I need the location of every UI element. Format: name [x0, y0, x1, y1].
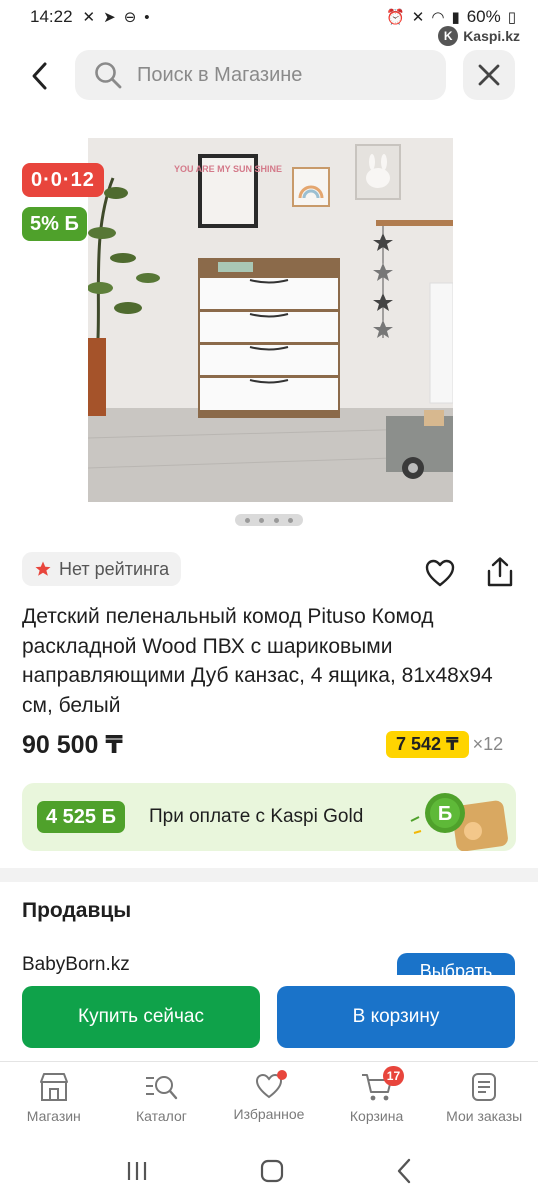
- kaspi-gold-illustration: Б: [410, 793, 508, 851]
- nav-catalog[interactable]: Каталог: [108, 1062, 216, 1141]
- sellers-heading: Продавцы: [22, 899, 132, 922]
- more-notifications-icon: •: [144, 8, 150, 26]
- purchase-actions: Купить сейчас В корзину: [0, 975, 538, 1061]
- nav-orders-label: Мои заказы: [446, 1108, 523, 1124]
- nav-cart-label: Корзина: [349, 1108, 404, 1124]
- kaspi-gold-text: При оплате с Kaspi Gold: [149, 806, 364, 827]
- installment-amount: 7 542 ₸: [386, 731, 469, 758]
- product-photo: YOU ARE MY SUN SHINE: [88, 138, 453, 502]
- buy-now-button[interactable]: Купить сейчас: [22, 986, 260, 1048]
- section-divider: [0, 868, 538, 882]
- favorite-button[interactable]: [422, 556, 458, 590]
- add-to-cart-button[interactable]: В корзину: [277, 986, 515, 1048]
- chevron-left-icon: [32, 62, 47, 90]
- seller-name[interactable]: BabyBorn.kz: [22, 954, 130, 976]
- telegram-icon: ➤: [103, 9, 116, 26]
- gallery-dot: [273, 517, 279, 523]
- product-image[interactable]: YOU ARE MY SUN SHINE: [88, 138, 453, 502]
- rating-label: Нет рейтинга: [59, 558, 170, 579]
- back-button[interactable]: [20, 54, 60, 98]
- nav-favorites-label: Избранное: [233, 1106, 305, 1122]
- close-icon: [478, 64, 500, 86]
- installment-months: ×12: [472, 734, 504, 754]
- missed-call-icon: ✕: [82, 9, 96, 26]
- gallery-pagination[interactable]: [235, 514, 303, 526]
- star-icon: [35, 561, 51, 576]
- nav-favorites[interactable]: Избранное: [215, 1062, 323, 1141]
- home-icon[interactable]: [259, 1158, 285, 1184]
- share-icon: [487, 557, 513, 587]
- system-icons: ⏰ ✕ ◠ ▮ 60% ▯: [386, 7, 516, 27]
- bottom-navigation: Магазин Каталог Избранное 17 Корзина Мои…: [0, 1061, 538, 1141]
- mute-icon: ✕: [411, 9, 425, 26]
- close-button[interactable]: [463, 50, 515, 100]
- clock: 14:22: [30, 7, 73, 26]
- rating-badge[interactable]: Нет рейтинга: [22, 552, 182, 586]
- kaspi-logo-icon: K: [438, 26, 459, 46]
- nav-catalog-label: Каталог: [135, 1108, 187, 1124]
- installment-info[interactable]: 7 542 ₸ ×12: [386, 731, 503, 758]
- dnd-icon: ⊖: [123, 9, 137, 26]
- poster-text: YOU ARE MY SUN SHINE: [174, 164, 282, 174]
- kaspi-gold-bonus: 4 525 Б: [37, 801, 125, 833]
- gallery-dot: [244, 517, 250, 523]
- favorites-indicator-dot: [277, 1070, 288, 1080]
- product-title: Детский пеленальный комод Pituso Комод р…: [22, 605, 493, 717]
- orders-icon: [472, 1073, 497, 1101]
- shop-icon: [39, 1073, 68, 1101]
- watermark-text: Kaspi.kz: [463, 28, 520, 44]
- alarm-icon: ⏰: [386, 9, 405, 26]
- share-button[interactable]: [482, 554, 518, 590]
- gallery-dot: [288, 517, 294, 523]
- nav-cart[interactable]: 17 Корзина: [323, 1062, 431, 1141]
- gallery-dot: [259, 517, 265, 523]
- search-icon: [95, 62, 122, 89]
- signal-icon: ▮: [451, 9, 460, 26]
- system-navigation: [0, 1141, 538, 1200]
- kaspi-gold-banner[interactable]: 4 525 Б При оплате с Kaspi Gold Б: [22, 783, 516, 851]
- nav-shop-label: Магазин: [26, 1108, 81, 1124]
- product-price: 90 500 ₸: [22, 731, 123, 759]
- recent-apps-icon[interactable]: [124, 1159, 150, 1183]
- nav-shop[interactable]: Магазин: [0, 1062, 108, 1141]
- kaspi-watermark: K Kaspi.kz: [438, 26, 520, 46]
- search-input[interactable]: Поиск в Магазине: [75, 50, 446, 100]
- back-nav-icon[interactable]: [394, 1158, 414, 1184]
- heart-icon: [425, 559, 455, 587]
- nav-orders[interactable]: Мои заказы: [430, 1062, 538, 1141]
- bonus-percent-badge: 5% Б: [22, 207, 87, 241]
- search-placeholder: Поиск в Магазине: [137, 63, 303, 86]
- battery-level: 60%: [466, 7, 501, 26]
- bonus-coin-icon: Б: [438, 803, 452, 825]
- notification-icons: ✕ ➤ ⊖ •: [82, 8, 150, 27]
- battery-icon: ▯: [507, 9, 516, 26]
- cart-count-badge: 17: [382, 1066, 405, 1086]
- search-header: Поиск в Магазине: [0, 48, 538, 104]
- installment-timer-badge: 0·0·12: [22, 163, 104, 197]
- wifi-icon: ◠: [431, 9, 445, 26]
- catalog-search-icon: [146, 1076, 178, 1100]
